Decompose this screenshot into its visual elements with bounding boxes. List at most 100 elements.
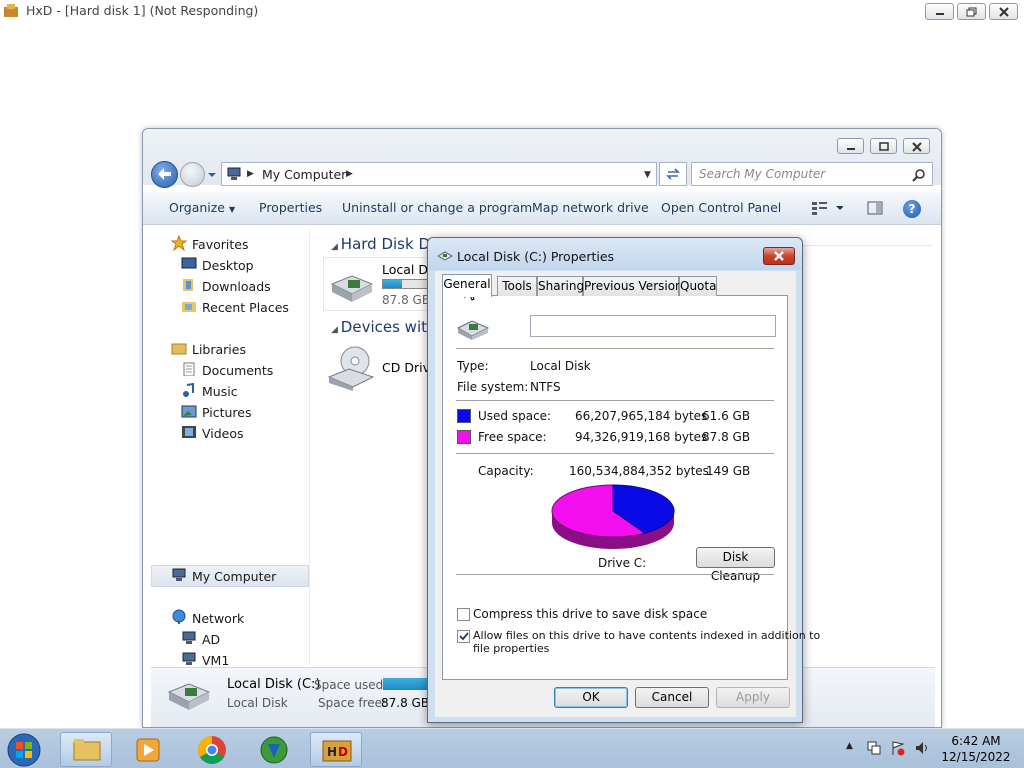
- explorer-maximize-button[interactable]: [870, 138, 897, 154]
- explorer-minimize-button[interactable]: [837, 138, 864, 154]
- volume-label-input[interactable]: [530, 315, 776, 337]
- volume-icon[interactable]: [914, 740, 930, 759]
- capacity-gb: 149 GB: [706, 464, 751, 478]
- free-space-gb: 87.8 GB: [702, 430, 751, 444]
- breadcrumb-arrow-icon[interactable]: ▶: [247, 169, 254, 179]
- open-control-panel-button[interactable]: Open Control Panel: [661, 200, 781, 215]
- nav-documents[interactable]: Documents: [202, 363, 273, 378]
- search-input[interactable]: Search My Computer: [691, 162, 933, 186]
- show-hidden-icons-arrow[interactable]: ▲: [846, 741, 853, 751]
- type-value: Local Disk: [530, 359, 591, 373]
- action-center-flag-icon[interactable]: [890, 740, 906, 759]
- nav-pane-divider[interactable]: [309, 229, 310, 665]
- hxd-titlebar[interactable]: HxD - [Hard disk 1] (Not Responding): [0, 0, 1024, 22]
- nav-host-vm1[interactable]: VM1: [202, 653, 229, 668]
- hard-drive-icon: [328, 264, 376, 307]
- taskbar-hxd[interactable]: HD: [310, 732, 362, 767]
- drive-c-usage-bar: [382, 279, 430, 289]
- network-tray-icon[interactable]: [866, 740, 882, 759]
- details-name: Local Disk (C:): [227, 677, 321, 692]
- breadcrumb-my-computer[interactable]: My Computer: [262, 167, 346, 182]
- pictures-icon: [181, 404, 197, 419]
- search-placeholder: Search My Computer: [699, 167, 826, 181]
- close-icon: [774, 251, 784, 261]
- tab-quota[interactable]: Quota: [679, 276, 717, 296]
- close-icon: [998, 7, 1009, 17]
- svg-text:H: H: [327, 745, 337, 759]
- clock-date[interactable]: 12/15/2022: [936, 750, 1016, 764]
- compress-label[interactable]: Compress this drive to save disk space: [473, 607, 707, 621]
- start-button[interactable]: [4, 732, 44, 768]
- nav-network[interactable]: Network: [192, 611, 244, 626]
- history-dropdown-button[interactable]: [207, 169, 217, 179]
- nav-videos[interactable]: Videos: [202, 426, 244, 441]
- tab-general[interactable]: General: [442, 274, 492, 297]
- nav-music[interactable]: Music: [202, 384, 238, 399]
- uninstall-program-button[interactable]: Uninstall or change a program: [342, 200, 532, 215]
- taskbar-chrome[interactable]: [186, 732, 238, 767]
- cd-drive-tile[interactable]: CD Drive: [327, 345, 438, 395]
- clock-time[interactable]: 6:42 AM: [936, 734, 1016, 748]
- taskbar-download-manager[interactable]: [248, 732, 300, 767]
- refresh-button[interactable]: [659, 162, 687, 186]
- preview-pane-button[interactable]: [867, 201, 883, 218]
- back-button[interactable]: [151, 161, 178, 188]
- preview-pane-icon: [867, 201, 883, 215]
- download-manager-icon: [260, 736, 288, 764]
- map-network-drive-button[interactable]: Map network drive: [532, 200, 649, 215]
- nav-downloads[interactable]: Downloads: [202, 279, 271, 294]
- compress-checkbox[interactable]: [457, 608, 470, 621]
- hxd-close-button[interactable]: [989, 3, 1018, 20]
- tab-tools[interactable]: Tools: [497, 276, 537, 296]
- index-label-line-1: Allow files on this drive to have conten…: [473, 629, 821, 642]
- drive-caption: Drive C:: [598, 556, 647, 570]
- nav-host-ad[interactable]: AD: [202, 632, 220, 647]
- details-space-free-label: Space free:: [318, 696, 387, 710]
- address-dropdown-icon[interactable]: ▼: [644, 170, 651, 180]
- hxd-minimize-button[interactable]: [925, 3, 954, 20]
- organize-menu[interactable]: Organize ▼: [169, 200, 235, 215]
- forward-button[interactable]: [180, 162, 205, 187]
- nav-pictures[interactable]: Pictures: [202, 405, 252, 420]
- apply-button[interactable]: Apply: [716, 687, 790, 708]
- ok-button[interactable]: OK: [554, 687, 628, 708]
- help-button[interactable]: ?: [903, 200, 921, 218]
- collapse-triangle-icon: ◢: [331, 242, 341, 252]
- drive-icon: [436, 250, 454, 265]
- computer-icon: [181, 631, 197, 646]
- nav-recent-places[interactable]: Recent Places: [202, 300, 289, 315]
- tab-sharing[interactable]: Sharing: [537, 276, 584, 296]
- documents-icon: [181, 362, 197, 377]
- address-bar[interactable]: ▶ My Computer ▶ ▼: [221, 162, 657, 186]
- dialog-close-button[interactable]: [763, 247, 795, 265]
- tab-previous-versions[interactable]: Previous Versions: [583, 276, 689, 296]
- hard-drive-icon: [167, 676, 213, 715]
- drive-c-tile[interactable]: Local Dis 87.8 GB f: [323, 257, 438, 311]
- type-label: Type:: [457, 359, 489, 373]
- separator: [456, 400, 774, 401]
- free-space-label: Free space:: [478, 430, 547, 444]
- dialog-titlebar[interactable]: Local Disk (C:) Properties: [428, 238, 802, 270]
- nav-favorites[interactable]: Favorites: [192, 237, 248, 252]
- details-space-free-value: 87.8 GB: [381, 696, 430, 710]
- media-player-icon: [136, 738, 160, 762]
- nav-desktop[interactable]: Desktop: [202, 258, 254, 273]
- file-system-value: NTFS: [530, 380, 561, 394]
- explorer-close-button[interactable]: [903, 138, 930, 154]
- taskbar-media-player[interactable]: [122, 732, 174, 767]
- index-label[interactable]: Allow files on this drive to have conten…: [473, 629, 820, 655]
- cancel-button[interactable]: Cancel: [635, 687, 709, 708]
- nav-libraries[interactable]: Libraries: [192, 342, 246, 357]
- nav-my-computer[interactable]: My Computer: [192, 569, 276, 584]
- change-view-button[interactable]: [811, 201, 844, 218]
- properties-button[interactable]: Properties: [259, 200, 322, 215]
- index-checkbox[interactable]: [457, 630, 470, 643]
- checkmark-icon: [459, 632, 469, 641]
- back-arrow-icon: [158, 168, 171, 180]
- disk-cleanup-button[interactable]: Disk Cleanup: [696, 547, 775, 583]
- chevron-down-icon: ▼: [228, 205, 236, 214]
- breadcrumb-arrow-icon[interactable]: ▶: [346, 169, 353, 179]
- taskbar-explorer[interactable]: [60, 732, 112, 767]
- file-system-label: File system:: [457, 380, 529, 394]
- hxd-restore-button[interactable]: [957, 3, 986, 20]
